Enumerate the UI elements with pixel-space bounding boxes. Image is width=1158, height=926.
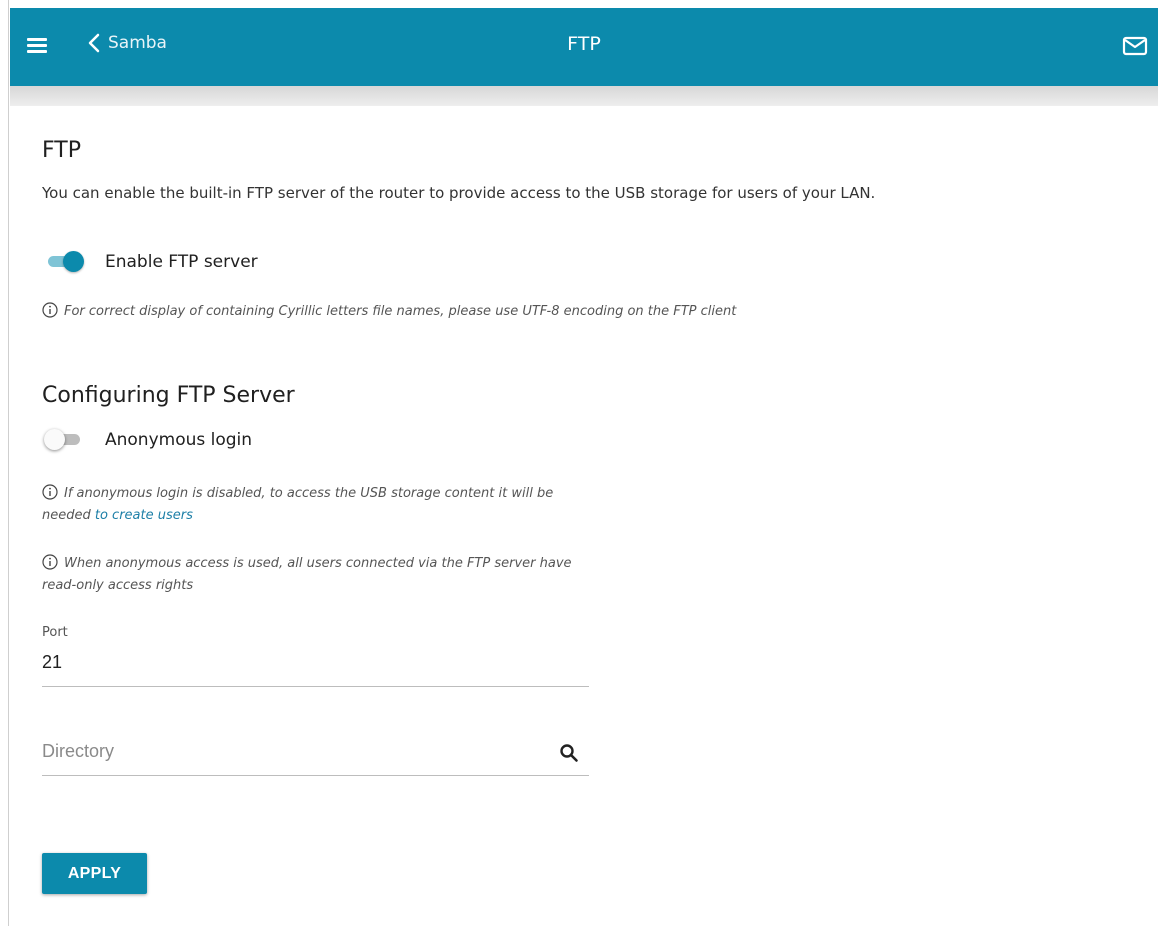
port-input[interactable]	[42, 652, 542, 673]
section-heading-ftp: FTP	[42, 138, 81, 163]
page-border	[8, 0, 9, 926]
page-title: FTP	[567, 33, 601, 55]
cyrillic-note-text: For correct display of containing Cyrill…	[64, 304, 737, 319]
section-heading-config: Configuring FTP Server	[42, 383, 295, 408]
enable-ftp-toggle[interactable]	[46, 250, 84, 272]
anonymous-login-label[interactable]: Anonymous login	[105, 430, 252, 450]
info-icon	[42, 554, 58, 570]
info-icon	[42, 484, 58, 500]
cyrillic-note: For correct display of containing Cyrill…	[42, 301, 736, 323]
anonymous-disabled-note: If anonymous login is disabled, to acces…	[42, 483, 582, 527]
info-icon	[42, 302, 58, 318]
anonymous-login-toggle[interactable]	[44, 428, 82, 450]
enable-ftp-label[interactable]: Enable FTP server	[105, 252, 258, 272]
directory-input[interactable]	[42, 741, 542, 762]
search-icon[interactable]	[559, 743, 579, 763]
create-users-link[interactable]: to create users	[95, 508, 193, 523]
section-description: You can enable the built-in FTP server o…	[42, 184, 876, 202]
port-field[interactable]	[42, 652, 589, 687]
apply-button[interactable]: APPLY	[42, 853, 147, 894]
anonymous-readonly-note: When anonymous access is used, all users…	[42, 553, 582, 597]
directory-field[interactable]	[42, 741, 589, 776]
header-shadow	[10, 86, 1158, 106]
envelope-icon[interactable]	[1122, 35, 1148, 57]
anonymous-readonly-note-text: When anonymous access is used, all users…	[42, 556, 572, 593]
port-label: Port	[42, 625, 68, 640]
top-bar: Samba FTP	[10, 8, 1158, 86]
